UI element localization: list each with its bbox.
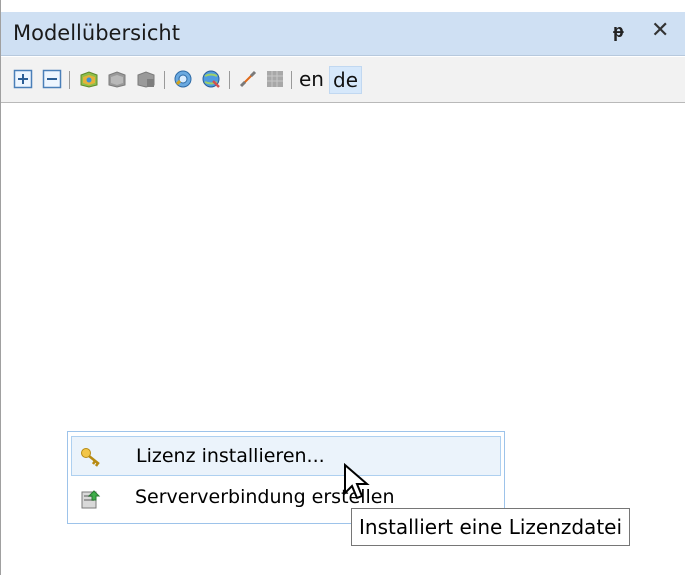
toolbar-separator xyxy=(69,71,70,89)
mouse-pointer-icon xyxy=(344,463,370,500)
model-overview-panel: Modellübersicht ᵽ ✕ en de Lizenz install… xyxy=(0,0,685,575)
key-icon xyxy=(81,448,100,467)
panel-titlebar: Modellübersicht ᵽ ✕ xyxy=(1,12,685,56)
server-upload-icon xyxy=(81,490,101,509)
pin-icon[interactable]: ᵽ xyxy=(613,21,624,43)
menu-item-label: Lizenz installieren... xyxy=(136,445,325,467)
link-icon[interactable] xyxy=(238,69,258,89)
toolbar-separator xyxy=(229,71,230,89)
toolbar: en de xyxy=(1,57,685,103)
grid-disabled-icon xyxy=(267,71,283,87)
toolbar-separator xyxy=(164,71,165,89)
language-de-button[interactable]: de xyxy=(329,66,362,94)
language-en-button[interactable]: en xyxy=(296,66,327,92)
collapse-all-icon[interactable] xyxy=(42,69,62,89)
close-icon[interactable]: ✕ xyxy=(651,18,669,43)
expand-all-icon[interactable] xyxy=(13,69,33,89)
model-save-disabled-icon xyxy=(137,71,155,88)
toolbar-separator xyxy=(291,71,292,89)
model-disabled-icon xyxy=(108,71,126,88)
network-globe-icon[interactable] xyxy=(201,69,221,89)
open-model-icon[interactable] xyxy=(79,69,99,89)
panel-title: Modellübersicht xyxy=(13,21,180,45)
menu-item-install-license[interactable]: Lizenz installieren... xyxy=(71,436,501,476)
tooltip: Installiert eine Lizenzdatei xyxy=(351,508,631,546)
search-globe-icon[interactable] xyxy=(173,69,193,89)
